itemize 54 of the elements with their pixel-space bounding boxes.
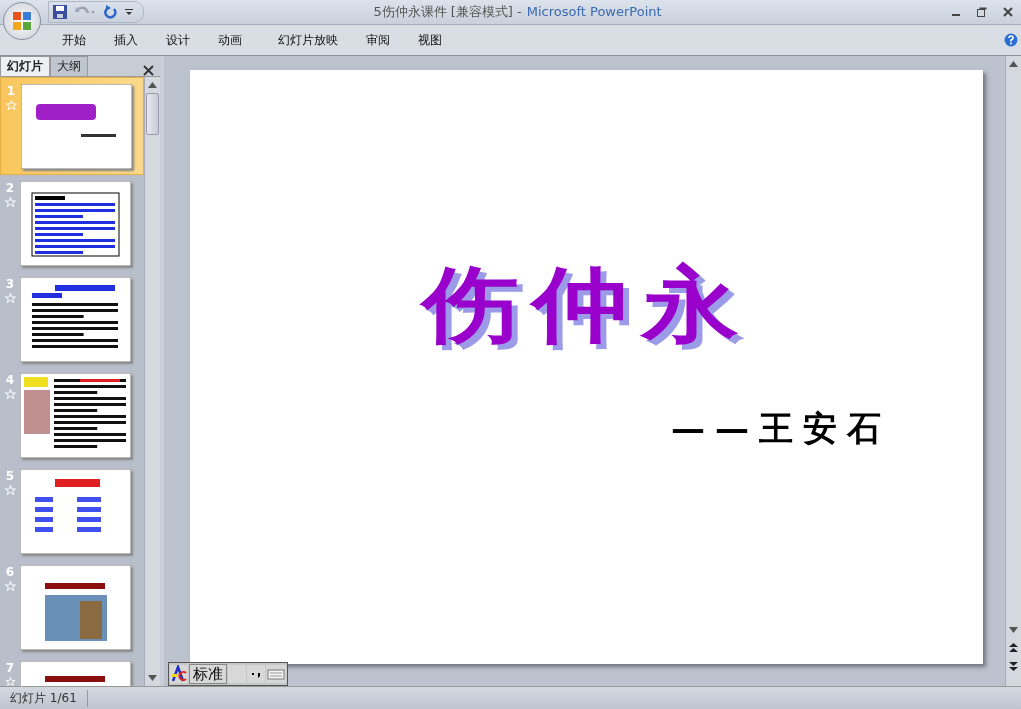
ribbon-tab[interactable]: 插入 [100, 29, 152, 51]
animation-star-icon [4, 581, 16, 591]
scroll-thumb[interactable] [146, 93, 159, 135]
slide-number: 3 [5, 277, 15, 291]
redo-icon[interactable] [103, 5, 117, 19]
close-pane-icon[interactable] [143, 65, 154, 76]
animation-star-icon [4, 293, 16, 303]
animation-star-icon [4, 389, 16, 399]
help-icon[interactable] [1004, 33, 1018, 47]
pane-tab[interactable]: 大纲 [50, 56, 88, 76]
ribbon-tab[interactable]: 审阅 [352, 29, 404, 51]
slide-number: 7 [5, 661, 15, 675]
slide-subtitle[interactable]: ——王安石 [671, 406, 891, 452]
ime-logo-icon[interactable] [170, 665, 188, 683]
ribbon-tab[interactable]: 视图 [404, 29, 456, 51]
animation-star-icon [4, 197, 16, 207]
slide-scrollbar[interactable] [1005, 56, 1021, 686]
animation-star-icon [4, 485, 16, 495]
app-name: Microsoft PowerPoint [526, 4, 662, 19]
close-icon[interactable] [1003, 7, 1013, 17]
window-title: 5伤仲永课件 [兼容模式] - [373, 4, 522, 19]
slide-number: 4 [5, 373, 15, 387]
slide-thumbnail[interactable] [20, 565, 131, 650]
pane-tab[interactable]: 幻灯片 [0, 56, 50, 76]
slide-thumbnail[interactable] [20, 181, 131, 266]
scroll-down-icon[interactable] [1009, 627, 1018, 633]
scroll-down-icon[interactable] [148, 675, 157, 681]
input-mode-button[interactable]: 标准 [189, 664, 227, 684]
ribbon-tab[interactable]: 设计 [152, 29, 204, 51]
scroll-up-icon[interactable] [148, 82, 157, 88]
previous-slide-icon[interactable] [1009, 643, 1018, 652]
slide-number: 1 [6, 84, 16, 98]
restore-icon[interactable] [977, 7, 987, 17]
slide-title[interactable]: 伤仲永 [421, 251, 752, 363]
ribbon-tab[interactable]: 幻灯片放映 [264, 29, 352, 51]
slide-thumbnail[interactable] [21, 84, 132, 169]
slide-number: 5 [5, 469, 15, 483]
slide-number: 6 [5, 565, 15, 579]
slide-number: 2 [5, 181, 15, 195]
customize-dropdown-icon[interactable] [125, 8, 133, 16]
slide-thumbnail[interactable] [20, 373, 131, 458]
next-slide-icon[interactable] [1009, 662, 1018, 671]
punctuation-icon[interactable] [247, 665, 265, 683]
ribbon-tab[interactable]: 开始 [48, 29, 100, 51]
animation-star-icon [4, 677, 16, 686]
slide-thumbnail[interactable] [20, 469, 131, 554]
ribbon-tab[interactable]: 动画 [204, 29, 264, 51]
office-button[interactable] [3, 2, 41, 40]
scroll-up-icon[interactable] [1009, 61, 1018, 67]
slide-thumbnail[interactable] [20, 277, 131, 362]
thumbnail-scrollbar[interactable] [144, 77, 160, 686]
save-icon[interactable] [53, 5, 67, 19]
animation-star-icon [5, 100, 17, 110]
slide-counter: 幻灯片 1/61 [0, 689, 88, 707]
